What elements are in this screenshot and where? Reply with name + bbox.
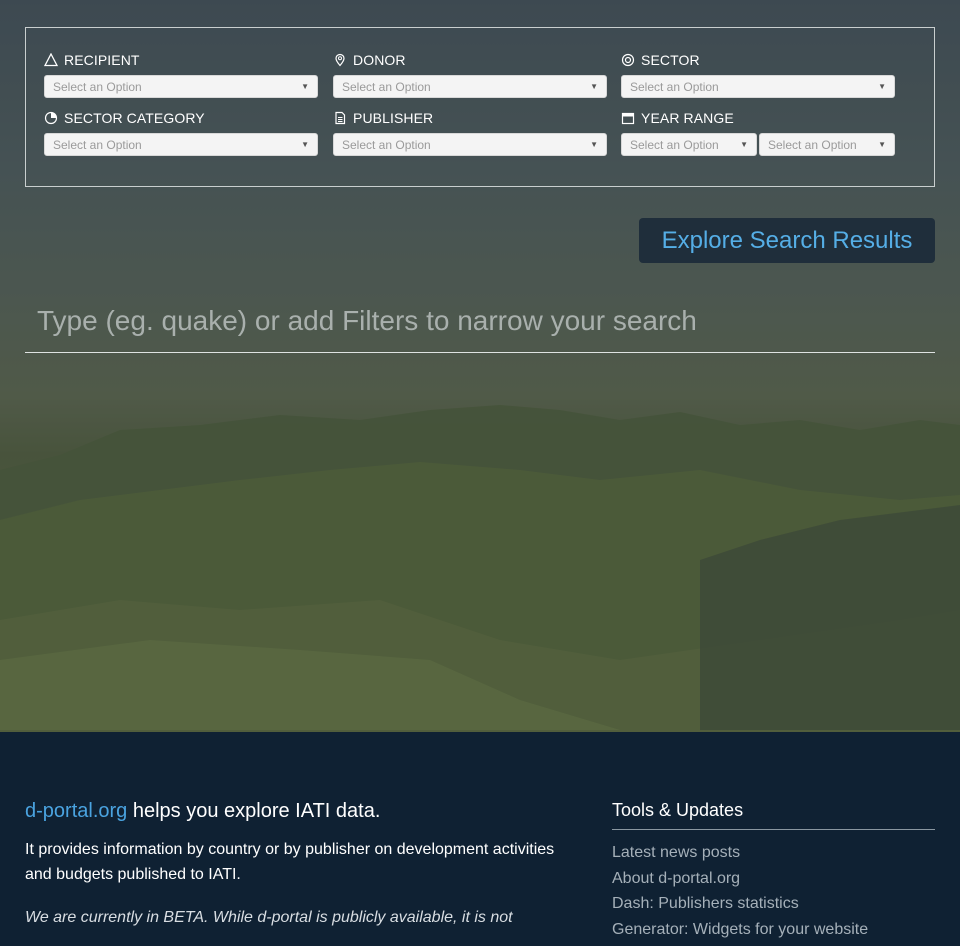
tools-link-dash[interactable]: Dash: Publishers statistics: [612, 891, 935, 917]
tools-link-generator[interactable]: Generator: Widgets for your website: [612, 917, 935, 943]
sector-category-label-text: SECTOR CATEGORY: [64, 110, 205, 126]
year-range-label: YEAR RANGE: [621, 109, 895, 127]
donor-select[interactable]: Select an Option ▼: [333, 75, 607, 98]
sector-category-select-value: Select an Option: [53, 137, 142, 152]
chevron-down-icon: ▼: [878, 140, 886, 149]
chevron-down-icon: ▼: [740, 140, 748, 149]
chevron-down-icon: ▼: [301, 82, 309, 91]
sector-label-text: SECTOR: [641, 52, 700, 68]
sector-filter: SECTOR Select an Option ▼: [621, 51, 895, 98]
beta-notice: We are currently in BETA. While d-portal…: [25, 909, 513, 926]
document-icon: [335, 111, 346, 125]
sector-select[interactable]: Select an Option ▼: [621, 75, 895, 98]
tools-link-news[interactable]: Latest news posts: [612, 840, 935, 866]
sector-category-label: SECTOR CATEGORY: [44, 109, 318, 127]
donor-select-value: Select an Option: [342, 79, 431, 94]
footer: d-portal.org helps you explore IATI data…: [0, 732, 960, 946]
tools-link-about[interactable]: About d-portal.org: [612, 866, 935, 892]
calendar-icon: [621, 112, 635, 125]
donor-label-text: DONOR: [353, 52, 406, 68]
sector-category-select[interactable]: Select an Option ▼: [44, 133, 318, 156]
footer-about: d-portal.org helps you explore IATI data…: [25, 800, 565, 930]
search-input[interactable]: Type (eg. quake) or add Filters to narro…: [25, 300, 935, 353]
recipient-label: RECIPIENT: [44, 51, 318, 69]
recipient-select[interactable]: Select an Option ▼: [44, 75, 318, 98]
year-from-select-value: Select an Option: [630, 137, 719, 152]
chevron-down-icon: ▼: [590, 140, 598, 149]
brand-link[interactable]: d-portal.org: [25, 800, 127, 822]
tools-list: Latest news posts About d-portal.org Das…: [612, 840, 935, 942]
footer-tools: Tools & Updates Latest news posts About …: [612, 800, 935, 942]
year-range-filter: YEAR RANGE Select an Option ▼ Select an …: [621, 109, 895, 156]
pie-chart-icon: [44, 111, 58, 125]
publisher-label: PUBLISHER: [333, 109, 607, 127]
target-icon: [621, 53, 635, 67]
explore-search-results-button[interactable]: Explore Search Results: [639, 218, 935, 263]
recipient-filter: RECIPIENT Select an Option ▼: [44, 51, 318, 98]
publisher-filter: PUBLISHER Select an Option ▼: [333, 109, 607, 156]
publisher-label-text: PUBLISHER: [353, 110, 434, 126]
chevron-down-icon: ▼: [301, 140, 309, 149]
tools-title: Tools & Updates: [612, 800, 935, 830]
donor-filter: DONOR Select an Option ▼: [333, 51, 607, 98]
footer-description: It provides information by country or by…: [25, 841, 555, 883]
chevron-down-icon: ▼: [590, 82, 598, 91]
publisher-select-value: Select an Option: [342, 137, 431, 152]
recipient-label-text: RECIPIENT: [64, 52, 140, 68]
sector-label: SECTOR: [621, 51, 895, 69]
sector-category-filter: SECTOR CATEGORY Select an Option ▼: [44, 109, 318, 156]
year-to-select[interactable]: Select an Option ▼: [759, 133, 895, 156]
chevron-down-icon: ▼: [878, 82, 886, 91]
location-pin-icon: [335, 53, 345, 67]
year-range-label-text: YEAR RANGE: [641, 110, 734, 126]
publisher-select[interactable]: Select an Option ▼: [333, 133, 607, 156]
footer-tagline: d-portal.org helps you explore IATI data…: [25, 800, 565, 823]
tagline-text: helps you explore IATI data.: [127, 800, 381, 822]
donor-label: DONOR: [333, 51, 607, 69]
year-from-select[interactable]: Select an Option ▼: [621, 133, 757, 156]
sector-select-value: Select an Option: [630, 79, 719, 94]
filters-panel: RECIPIENT Select an Option ▼ DONOR Selec…: [25, 27, 935, 187]
year-to-select-value: Select an Option: [768, 137, 857, 152]
recipient-select-value: Select an Option: [53, 79, 142, 94]
triangle-icon: [44, 53, 58, 67]
